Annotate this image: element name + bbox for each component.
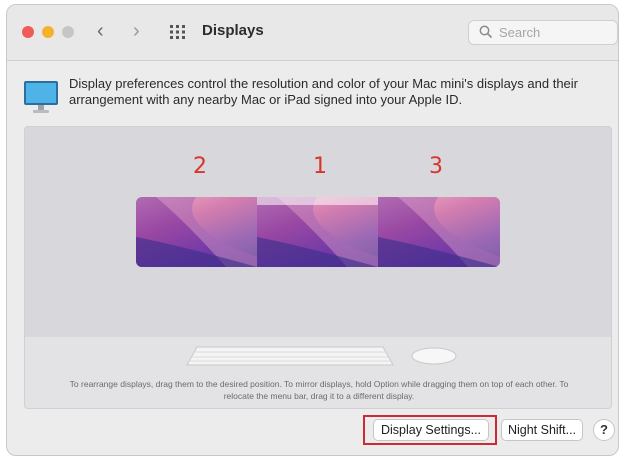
display-settings-button[interactable]: Display Settings... [373,419,489,441]
mouse-icon [411,347,457,365]
display-arrangement-area[interactable]: 2 1 3 To rearrange displays, drag them t… [24,126,612,409]
menu-bar-indicator[interactable] [257,197,378,205]
zoom-button[interactable] [62,26,74,38]
arrangement-hint-text: To rearrange displays, drag them to the … [69,379,569,401]
help-button[interactable]: ? [593,419,615,441]
display-number-3: 3 [429,154,443,179]
title-bar: ‹ › Displays Search [7,5,618,61]
search-icon [479,25,493,39]
displays-window: ‹ › Displays Search Display preferences … [6,4,619,456]
display-number-2: 2 [193,154,207,179]
search-input[interactable]: Search [468,20,618,45]
night-shift-button[interactable]: Night Shift... [501,419,583,441]
display-thumbnail-3[interactable] [378,197,500,267]
forward-button[interactable]: › [133,19,140,43]
back-button[interactable]: ‹ [97,19,104,43]
display-thumbnail-2[interactable] [136,197,257,267]
monitor-icon [24,81,58,113]
minimize-button[interactable] [42,26,54,38]
display-number-1: 1 [313,154,327,179]
window-title: Displays [202,22,264,39]
keyboard-icon [186,346,394,366]
wallpaper-image [378,197,500,267]
close-button[interactable] [22,26,34,38]
grid-icon[interactable] [169,24,187,40]
description-text: Display preferences control the resoluti… [69,76,579,107]
display-thumbnail-1[interactable] [257,197,378,267]
wallpaper-image [257,197,378,267]
wallpaper-image [136,197,257,267]
search-placeholder: Search [499,25,541,40]
